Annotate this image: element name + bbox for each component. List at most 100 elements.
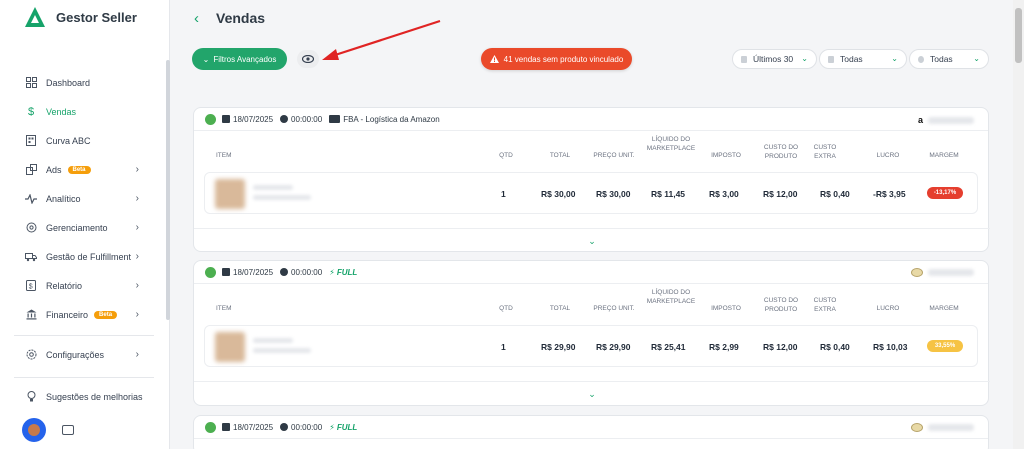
order-date: 18/07/2025 [222, 423, 273, 432]
col-custo-produto: CUSTO DO PRODUTO [763, 144, 799, 160]
expand-button[interactable]: ⌄ [194, 228, 990, 253]
sidebar-scrollbar[interactable] [166, 60, 170, 320]
order-time: 00:00:00 [280, 268, 322, 277]
chevron-right-icon: › [135, 164, 139, 175]
brand-name: Gestor Seller [56, 9, 137, 25]
status-select[interactable]: Todas ⌄ [819, 49, 907, 69]
chevron-right-icon: › [135, 309, 139, 320]
col-preco: PREÇO UNIT. [593, 152, 635, 159]
order-header: 18/07/2025 00:00:00 ⚡ FULL [194, 261, 988, 284]
chevron-right-icon: › [135, 280, 139, 291]
chat-icon[interactable] [62, 425, 74, 435]
order-date: 18/07/2025 [222, 115, 273, 124]
sidebar-divider [14, 335, 154, 336]
eye-toggle-button[interactable] [297, 50, 319, 68]
col-custo-extra: CUSTO EXTRA [813, 144, 837, 160]
advanced-filters-button[interactable]: ⌄ Filtros Avançados [192, 48, 287, 70]
eye-icon [302, 55, 314, 63]
sidebar-item-label: Sugestões de melhorias [46, 391, 143, 402]
sidebar-item-financeiro[interactable]: Financeiro Beta › [0, 300, 167, 329]
sidebar-item-label: Financeiro [46, 309, 89, 320]
col-custo-extra: CUSTO EXTRA [813, 297, 837, 313]
gear-icon [25, 222, 37, 234]
full-tag: ⚡ FULL [329, 423, 357, 432]
building-icon [25, 135, 37, 147]
cell-total: R$ 29,90 [541, 342, 576, 352]
chevron-right-icon: › [135, 251, 139, 262]
sidebar-item-sugestoes[interactable]: Sugestões de melhorias [0, 382, 167, 411]
order-date-value: 18/07/2025 [233, 114, 274, 124]
column-headers: ITEM QTD TOTAL PREÇO UNIT. LÍQUIDO DO MA… [194, 289, 990, 321]
sidebar-item-label: Gestão de Fulfillment [46, 251, 132, 262]
order-card: 18/07/2025 00:00:00 ⚡ FULL ITEM QTD TOTAL… [193, 260, 990, 406]
advanced-filters-label: Filtros Avançados [213, 54, 277, 64]
product-thumbnail [215, 332, 245, 362]
shipping-method: FBA - Logística da Amazon [329, 115, 440, 124]
sidebar-item-label: Gerenciamento [46, 222, 108, 233]
sidebar-item-curva-abc[interactable]: Curva ABC [0, 126, 167, 155]
account-value: Todas [930, 54, 953, 64]
calendar-icon [222, 115, 230, 123]
amazon-icon: a [917, 115, 923, 125]
margin-badge: 33,55% [927, 340, 963, 352]
calendar-icon [222, 423, 230, 431]
sidebar: Gestor Seller Dashboard $ Vendas Curva A… [0, 0, 170, 449]
user-icon [918, 55, 924, 63]
marketplace-info [911, 268, 974, 277]
order-card: 18/07/2025 00:00:00 ⚡ FULL [193, 415, 989, 449]
status-value: Todas [840, 54, 863, 64]
col-total: TOTAL [549, 305, 571, 312]
sidebar-item-label: Ads [46, 164, 62, 175]
product-title-blurred [253, 338, 293, 343]
table-row[interactable]: 1 R$ 29,90 R$ 29,90 R$ 25,41 R$ 2,99 R$ … [204, 325, 978, 367]
cell-custo-produto: R$ 12,00 [763, 342, 798, 352]
chevron-down-icon: ⌄ [973, 54, 980, 63]
col-margem: MARGEM [929, 152, 959, 159]
col-liquido: LÍQUIDO DO MARKETPLACE [646, 289, 696, 305]
period-select[interactable]: Últimos 30 ⌄ [732, 49, 817, 69]
sidebar-divider [14, 377, 154, 378]
avatar[interactable] [22, 418, 46, 442]
expand-button[interactable]: ⌄ [194, 381, 990, 406]
chevron-down-icon: ⌄ [588, 235, 596, 246]
dollar-doc-icon: $ [25, 280, 37, 292]
unlinked-sales-alert[interactable]: 41 vendas sem produto vinculado [481, 48, 632, 70]
cell-lucro: -R$ 3,95 [873, 189, 906, 199]
col-lucro: LUCRO [876, 152, 900, 159]
cell-qtd: 1 [501, 342, 506, 352]
margin-badge: -13,17% [927, 187, 963, 199]
ads-icon [25, 164, 37, 176]
order-header: 18/07/2025 00:00:00 ⚡ FULL [194, 416, 988, 439]
sidebar-item-relatorio[interactable]: $ Relatório › [0, 271, 167, 300]
product-title-blurred [253, 185, 293, 190]
sidebar-item-dashboard[interactable]: Dashboard [0, 68, 167, 97]
col-imposto: IMPOSTO [711, 152, 741, 159]
col-imposto: IMPOSTO [711, 305, 741, 312]
calendar-icon [741, 55, 747, 63]
col-item: ITEM [216, 152, 232, 159]
column-headers: ITEM QTD TOTAL PREÇO UNIT. LÍQUIDO DO MA… [194, 136, 990, 168]
clock-icon [280, 423, 289, 431]
page-scrollbar[interactable] [1013, 0, 1024, 449]
chevron-right-icon: › [135, 349, 139, 360]
sidebar-item-label: Configurações [46, 349, 105, 360]
account-select[interactable]: Todas ⌄ [909, 49, 989, 69]
clock-icon [280, 268, 289, 276]
sidebar-item-ads[interactable]: Ads Beta › [0, 155, 167, 184]
order-time-value: 00:00:00 [291, 267, 323, 277]
table-row[interactable]: 1 R$ 30,00 R$ 30,00 R$ 11,45 R$ 3,00 R$ … [204, 172, 978, 214]
sidebar-item-configuracoes[interactable]: Configurações › [0, 340, 167, 369]
product-thumbnail [215, 179, 245, 209]
col-qtd: QTD [499, 152, 513, 159]
back-icon[interactable]: ‹ [194, 10, 199, 27]
order-card: 18/07/2025 00:00:00 FBA - Logística da A… [193, 107, 990, 253]
sidebar-item-analitico[interactable]: Analítico › [0, 184, 167, 213]
col-lucro: LUCRO [876, 305, 900, 312]
cell-imposto: R$ 3,00 [709, 189, 739, 199]
order-date-value: 18/07/2025 [233, 267, 274, 277]
sidebar-item-vendas[interactable]: $ Vendas [0, 97, 167, 126]
sidebar-item-gerenciamento[interactable]: Gerenciamento › [0, 213, 167, 242]
brand[interactable]: Gestor Seller [24, 6, 137, 28]
full-label: FULL [336, 267, 358, 277]
sidebar-item-fulfillment[interactable]: Gestão de Fulfillment › [0, 242, 167, 271]
